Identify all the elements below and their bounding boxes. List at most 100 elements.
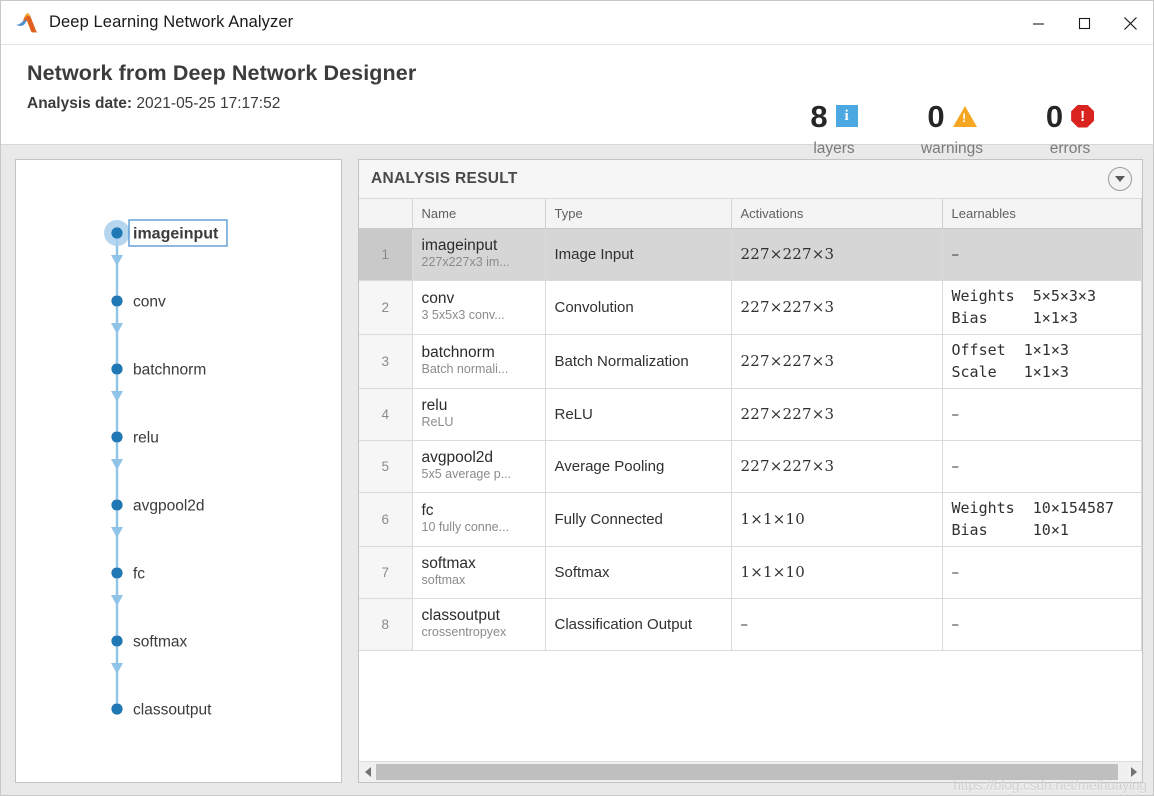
network-graph[interactable]: imageinput conv batchnorm relu avgpool2d fc so… [16, 160, 341, 780]
scrollbar-track[interactable] [376, 762, 1125, 782]
column-header-learnables[interactable]: Learnables [942, 199, 1142, 229]
stat-layers: 8 i layers [775, 97, 893, 158]
layer-description: Batch normali... [421, 362, 509, 377]
window-title: Deep Learning Network Analyzer [49, 13, 294, 31]
matlab-membrane-icon [15, 12, 41, 34]
graph-edge-arrow-icon [111, 527, 123, 538]
cell-layer-type: Batch Normalization [545, 334, 732, 389]
cell-learnables: – [942, 388, 1142, 441]
table-row[interactable]: 4 relu ReLU ReLU 227×227×3– [359, 388, 1142, 441]
cell-layer-name: softmax softmax [412, 546, 546, 599]
analysis-date: Analysis date: 2021-05-25 17:17:52 [27, 95, 416, 113]
table-row[interactable]: 2 conv 3 5x5x3 conv... Convolution 227×227×3… [359, 280, 1142, 335]
result-table-wrapper[interactable]: Name Type Activations Learnables 1 imagei… [359, 199, 1142, 761]
graph-node-softmax[interactable] [111, 635, 123, 647]
scroll-right-arrow-icon[interactable] [1125, 762, 1142, 782]
graph-node-avgpool2d[interactable] [111, 499, 123, 511]
column-header-index[interactable] [359, 199, 413, 229]
table-row[interactable]: 3 batchnorm Batch normali... Batch Normaliz… [359, 334, 1142, 389]
layer-description: softmax [421, 573, 466, 588]
graph-node-fc[interactable] [111, 567, 123, 579]
layers-table: Name Type Activations Learnables 1 imagei… [359, 199, 1142, 651]
column-header-name[interactable]: Name [412, 199, 546, 229]
stat-warnings: 0 warnings [893, 97, 1011, 158]
graph-edge-arrow-icon [111, 323, 123, 334]
maximize-button[interactable] [1061, 1, 1107, 45]
cell-learnables: – [942, 440, 1142, 493]
column-header-type[interactable]: Type [545, 199, 732, 229]
scroll-left-arrow-icon[interactable] [359, 762, 376, 782]
graph-node-imageinput[interactable] [111, 227, 123, 239]
title-bar: Deep Learning Network Analyzer [1, 1, 1153, 45]
cell-learnables: – [942, 598, 1142, 651]
layer-description: 3 5x5x3 conv... [421, 308, 505, 323]
network-graph-panel[interactable]: imageinput conv batchnorm relu avgpool2d fc so… [15, 159, 342, 783]
app-window: Deep Learning Network Analyzer Network f… [0, 0, 1154, 796]
layer-name: relu [421, 397, 448, 415]
page-title: Network from Deep Network Designer [27, 61, 417, 85]
graph-node-label: fc [133, 566, 145, 583]
cell-layer-type: Classification Output [545, 598, 732, 651]
cell-learnables: Weights 5×5×3×3 Bias 1×1×3 [942, 280, 1142, 335]
row-index: 8 [359, 598, 413, 651]
layer-name: conv [421, 290, 455, 308]
body-area: imageinput conv batchnorm relu avgpool2d fc so… [1, 145, 1153, 795]
cell-activations: 1×1×10 [731, 492, 943, 547]
table-row[interactable]: 1 imageinput 227x227x3 im... Image Input 227… [359, 228, 1142, 281]
row-index: 1 [359, 228, 413, 281]
warnings-count: 0 [927, 98, 945, 134]
table-row[interactable]: 5 avgpool2d 5x5 average p... Average Poolin… [359, 440, 1142, 493]
layer-name: softmax [421, 555, 476, 573]
close-button[interactable] [1107, 1, 1153, 45]
graph-node-classoutput[interactable] [111, 703, 123, 715]
table-row[interactable]: 7 softmax softmax Softmax 1×1×10– [359, 546, 1142, 599]
cell-layer-name: avgpool2d 5x5 average p... [412, 440, 546, 493]
graph-node-label: batchnorm [133, 362, 206, 379]
cell-layer-type: Convolution [545, 280, 732, 335]
table-body: 1 imageinput 227x227x3 im... Image Input 227… [359, 228, 1142, 651]
layer-description: 5x5 average p... [421, 467, 512, 482]
cell-layer-type: Fully Connected [545, 492, 732, 547]
cell-activations: 227×227×3 [731, 388, 943, 441]
cell-layer-type: Softmax [545, 546, 732, 599]
graph-node-label: classoutput [133, 702, 212, 719]
cell-activations: 227×227×3 [731, 440, 943, 493]
graph-node-conv[interactable] [111, 295, 123, 307]
graph-node-batchnorm[interactable] [111, 363, 123, 375]
analysis-result-panel: ANALYSIS RESULT Name Type Activations Le… [358, 159, 1143, 783]
layer-name: imageinput [421, 237, 498, 255]
table-row[interactable]: 6 fc 10 fully conne... Fully Connected 1×1×1… [359, 492, 1142, 547]
graph-edge-arrow-icon [111, 391, 123, 402]
chevron-down-icon[interactable] [1108, 167, 1132, 191]
horizontal-scrollbar[interactable] [359, 761, 1142, 782]
graph-node-label: softmax [133, 634, 188, 651]
layer-name: fc [421, 502, 434, 520]
analysis-header: Network from Deep Network Designer Analy… [1, 45, 1153, 157]
row-index: 2 [359, 280, 413, 335]
layer-description: ReLU [421, 415, 454, 430]
errors-label: errors [1049, 140, 1091, 157]
errors-count: 0 [1045, 98, 1064, 134]
analysis-date-value: 2021-05-25 17:17:52 [136, 95, 281, 112]
cell-activations: 227×227×3 [731, 280, 943, 335]
analysis-result-title: ANALYSIS RESULT [371, 170, 518, 187]
cell-layer-name: imageinput 227x227x3 im... [412, 228, 546, 281]
table-row[interactable]: 8 classoutput crossentropyex Classification… [359, 598, 1142, 651]
graph-node-relu[interactable] [111, 431, 123, 443]
cell-layer-name: classoutput crossentropyex [412, 598, 546, 651]
cell-layer-type: ReLU [545, 388, 732, 441]
cell-learnables: – [942, 228, 1142, 281]
graph-node-label: imageinput [133, 226, 219, 243]
cell-learnables: Weights 10×154587 Bias 10×1 [942, 492, 1142, 547]
cell-activations: 1×1×10 [731, 546, 943, 599]
row-index: 5 [359, 440, 413, 493]
header-left: Network from Deep Network Designer Analy… [1, 45, 416, 113]
layer-name: batchnorm [421, 344, 495, 362]
analysis-date-label: Analysis date: [27, 95, 133, 112]
column-header-activations[interactable]: Activations [731, 199, 943, 229]
minimize-button[interactable] [1015, 1, 1061, 45]
cell-layer-name: fc 10 fully conne... [412, 492, 546, 547]
scrollbar-thumb[interactable] [376, 764, 1118, 780]
cell-learnables: Offset 1×1×3 Scale 1×1×3 [942, 334, 1142, 389]
layer-description: 10 fully conne... [421, 520, 510, 535]
